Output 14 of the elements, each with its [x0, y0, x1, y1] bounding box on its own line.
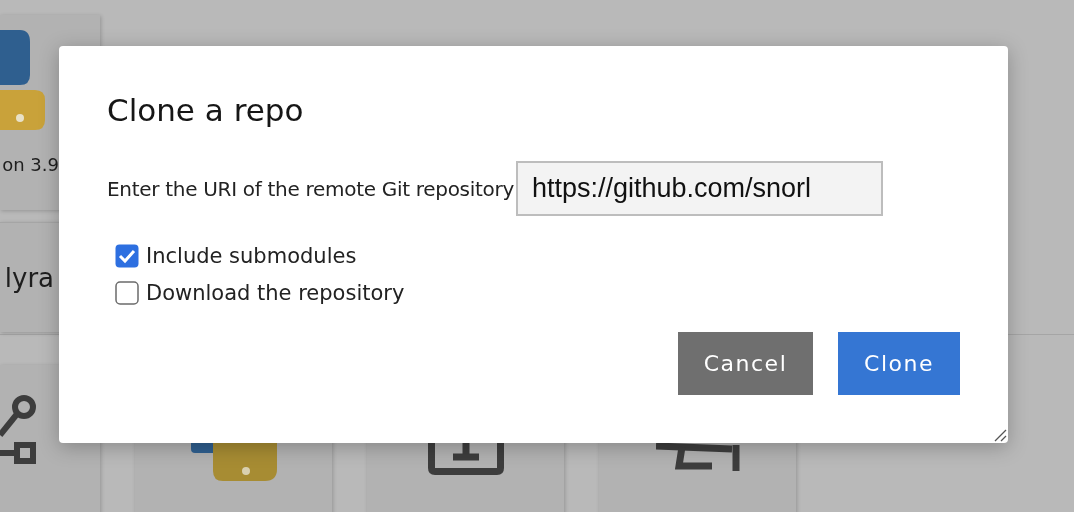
checkbox[interactable]	[115, 281, 139, 306]
resize-grip-icon[interactable]	[993, 428, 1007, 442]
clone-button[interactable]: Clone	[838, 332, 960, 396]
checkbox[interactable]	[115, 244, 139, 269]
cancel-button[interactable]: Cancel	[678, 332, 813, 396]
checkbox-label: Include submodules	[146, 244, 357, 269]
launcher-label: on 3.9	[2, 154, 59, 175]
document-icon	[427, 443, 504, 475]
uri-label: Enter the URI of the remote Git repository	[107, 176, 514, 201]
uri-field[interactable]: https://github.com/snorl	[515, 161, 883, 217]
dialog-title: Clone a repo	[107, 92, 305, 130]
python-logo-icon	[190, 443, 277, 481]
checkbox-label: Download the repository	[146, 281, 405, 306]
launcher-label: lyra	[4, 262, 54, 293]
